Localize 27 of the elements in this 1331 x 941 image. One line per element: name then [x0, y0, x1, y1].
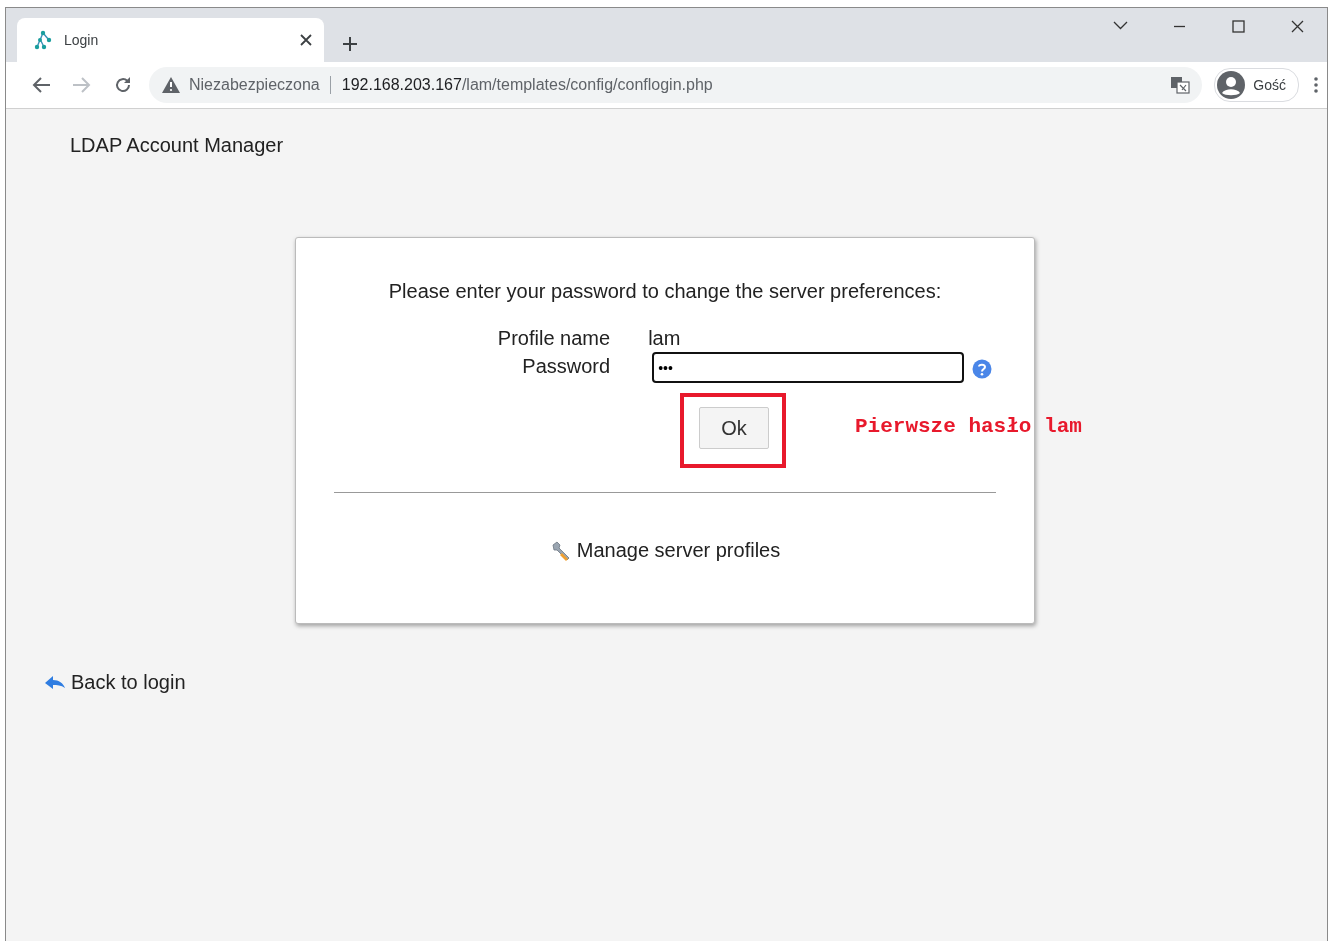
- new-tab-icon[interactable]: [342, 36, 358, 52]
- profile-label: Profile name: [497, 327, 612, 350]
- person-icon: [1217, 71, 1246, 99]
- password-label: Password: [521, 355, 612, 378]
- translate-icon[interactable]: [1170, 76, 1191, 94]
- menu-icon[interactable]: [1313, 76, 1319, 94]
- back-arrow-icon: [43, 673, 67, 692]
- close-icon[interactable]: [300, 34, 312, 46]
- profile-value: lam: [648, 327, 682, 350]
- back-to-login-link[interactable]: Back to login: [71, 671, 186, 694]
- back-arrow-icon[interactable]: [30, 76, 51, 94]
- help-icon[interactable]: [972, 358, 993, 379]
- wrench-icon: [549, 539, 572, 562]
- manage-profiles-link[interactable]: Manage server profiles: [576, 539, 781, 562]
- password-field[interactable]: •••: [652, 352, 965, 383]
- network-icon: [32, 29, 54, 51]
- browser-tab[interactable]: Login: [17, 18, 324, 62]
- prompt-text: Please enter your password to change the server preferences:: [388, 280, 942, 303]
- warning-icon: [161, 76, 181, 94]
- address-bar[interactable]: Niezabezpieczona 192.168.203.167/lam/templates/config/conflogin.php: [149, 67, 1203, 103]
- url-text: 192.168.203.167/lam/templates/config/conflogin.php: [341, 76, 714, 94]
- security-label: Niezabezpieczona: [189, 76, 331, 94]
- app-title: LDAP Account Manager: [70, 134, 284, 157]
- ok-button[interactable]: Ok: [699, 407, 769, 449]
- profile-button[interactable]: Gość: [1214, 68, 1299, 102]
- tab-title: Login: [64, 32, 100, 48]
- annotation-note: Pierwsze hasło lam: [855, 415, 1082, 438]
